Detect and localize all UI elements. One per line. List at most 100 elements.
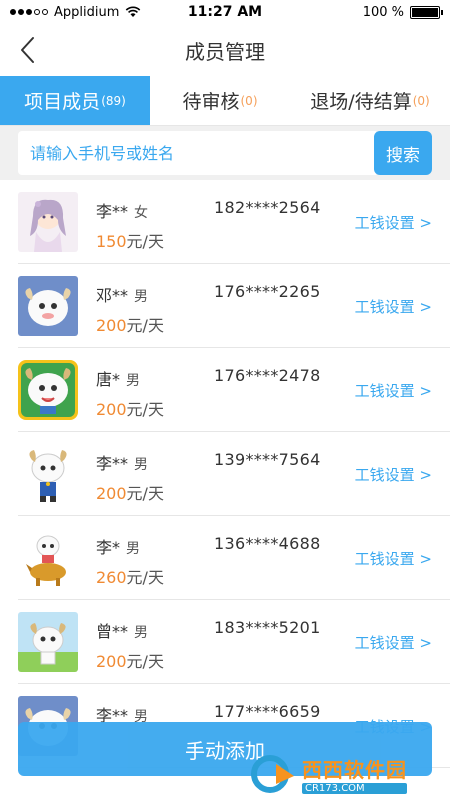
wage-setting-link[interactable]: 工钱设置 > xyxy=(355,380,432,401)
member-name: 曾** xyxy=(96,622,129,641)
avatar xyxy=(18,612,78,672)
tab-label: 待审核 xyxy=(182,91,240,113)
battery-icon xyxy=(410,5,443,19)
wage-unit: 元/天 xyxy=(126,568,164,587)
member-gender: 男 xyxy=(126,373,141,389)
avatar xyxy=(18,192,78,252)
member-row[interactable]: 曾** 男 183****5201 200元/天 工钱设置 > xyxy=(18,600,450,684)
tab-exit-settlement[interactable]: 退场/待结算 (0) xyxy=(290,76,450,125)
member-phone: 183****5201 xyxy=(214,618,321,637)
tab-pending-review[interactable]: 待审核 (0) xyxy=(150,76,290,125)
member-phone: 136****4688 xyxy=(214,534,321,553)
avatar xyxy=(18,360,78,420)
member-row[interactable]: 李** 女 182****2564 150元/天 工钱设置 > xyxy=(18,180,450,264)
wifi-icon xyxy=(126,6,141,17)
status-left: Applidium xyxy=(10,5,141,20)
member-gender: 男 xyxy=(134,289,149,305)
member-name: 李** xyxy=(96,202,129,221)
wage-unit: 元/天 xyxy=(126,400,164,419)
status-time: 11:27 AM xyxy=(187,4,263,20)
wage-amount: 200 xyxy=(96,652,127,671)
member-name-line: 李** 女 xyxy=(96,198,148,222)
wage-setting-link[interactable]: 工钱设置 > xyxy=(355,548,432,569)
nav-bar: 成员管理 xyxy=(0,24,450,76)
wage-amount: 150 xyxy=(96,232,127,251)
member-name: 邓** xyxy=(96,286,129,305)
member-name: 李** xyxy=(96,454,129,473)
wage-amount: 200 xyxy=(96,400,127,419)
wage-setting-link[interactable]: 工钱设置 > xyxy=(355,212,432,233)
member-wage: 200元/天 xyxy=(96,480,164,504)
search-box xyxy=(18,131,376,175)
wage-unit: 元/天 xyxy=(126,232,164,251)
tab-label: 项目成员 xyxy=(24,91,101,113)
member-phone: 176****2265 xyxy=(214,282,321,301)
tab-count: (0) xyxy=(412,93,430,108)
tab-count: (0) xyxy=(240,93,258,108)
tab-count: (89) xyxy=(101,93,126,108)
member-phone: 177****6659 xyxy=(214,702,321,721)
chevron-left-icon xyxy=(21,37,34,63)
watermark: 西西软件园 CR173.COM xyxy=(250,748,450,800)
avatar xyxy=(18,276,78,336)
wage-amount: 200 xyxy=(96,484,127,503)
tab-project-members[interactable]: 项目成员 (89) xyxy=(0,76,150,125)
member-name-line: 李** 男 xyxy=(96,450,148,474)
member-name: 唐* xyxy=(96,370,121,389)
sheep-avatar-icon xyxy=(18,528,78,588)
tab-bar: 项目成员 (89) 待审核 (0) 退场/待结算 (0) xyxy=(0,76,450,126)
search-bar: 搜索 xyxy=(0,126,450,180)
member-gender: 女 xyxy=(134,205,149,221)
status-right: 100 % xyxy=(362,4,443,20)
wage-setting-link[interactable]: 工钱设置 > xyxy=(355,632,432,653)
wage-unit: 元/天 xyxy=(126,484,164,503)
back-button[interactable] xyxy=(12,34,42,66)
member-phone: 139****7564 xyxy=(214,450,321,469)
avatar xyxy=(18,444,78,504)
wage-setting-link[interactable]: 工钱设置 > xyxy=(355,296,432,317)
wage-setting-link[interactable]: 工钱设置 > xyxy=(355,464,432,485)
page-title: 成员管理 xyxy=(185,39,265,64)
member-row[interactable]: 李** 男 139****7564 200元/天 工钱设置 > xyxy=(18,432,450,516)
search-input[interactable] xyxy=(30,143,376,163)
member-wage: 200元/天 xyxy=(96,312,164,336)
member-wage: 200元/天 xyxy=(96,648,164,672)
avatar xyxy=(18,528,78,588)
wage-unit: 元/天 xyxy=(126,316,164,335)
member-wage: 200元/天 xyxy=(96,396,164,420)
member-phone: 182****2564 xyxy=(214,198,321,217)
member-gender: 男 xyxy=(134,457,149,473)
member-wage: 150元/天 xyxy=(96,228,164,252)
sheep-avatar-icon xyxy=(18,360,78,420)
tab-label: 退场/待结算 xyxy=(310,91,412,113)
sheep-avatar-icon xyxy=(18,444,78,504)
sheep-avatar-icon xyxy=(18,612,78,672)
member-row[interactable]: 唐* 男 176****2478 200元/天 工钱设置 > xyxy=(18,348,450,432)
sheep-avatar-icon xyxy=(18,276,78,336)
search-button[interactable]: 搜索 xyxy=(374,131,432,175)
watermark-site: CR173.COM xyxy=(302,783,407,794)
battery-percent: 100 % xyxy=(362,4,404,20)
wage-amount: 200 xyxy=(96,316,127,335)
wage-unit: 元/天 xyxy=(126,652,164,671)
member-name-line: 李* 男 xyxy=(96,534,140,558)
member-row[interactable]: 李* 男 136****4688 260元/天 工钱设置 > xyxy=(18,516,450,600)
member-gender: 男 xyxy=(126,541,141,557)
member-name-line: 唐* 男 xyxy=(96,366,140,390)
member-wage: 260元/天 xyxy=(96,564,164,588)
member-row[interactable]: 邓** 男 176****2265 200元/天 工钱设置 > xyxy=(18,264,450,348)
watermark-brand: 西西软件园 xyxy=(302,758,407,782)
anime-girl-avatar-icon xyxy=(18,192,78,252)
status-bar: Applidium 11:27 AM 100 % xyxy=(0,0,450,24)
member-name-line: 邓** 男 xyxy=(96,282,148,306)
carrier-name: Applidium xyxy=(54,4,120,20)
wage-amount: 260 xyxy=(96,568,127,587)
member-name-line: 曾** 男 xyxy=(96,618,148,642)
member-phone: 176****2478 xyxy=(214,366,321,385)
member-name: 李* xyxy=(96,538,121,557)
watermark-text: 西西软件园 CR173.COM xyxy=(302,754,407,794)
watermark-logo-icon xyxy=(251,755,294,793)
member-gender: 男 xyxy=(134,625,149,641)
signal-strength-icon xyxy=(10,9,48,15)
member-list: 李** 女 182****2564 150元/天 工钱设置 > 邓** 男 176*… xyxy=(0,180,450,800)
